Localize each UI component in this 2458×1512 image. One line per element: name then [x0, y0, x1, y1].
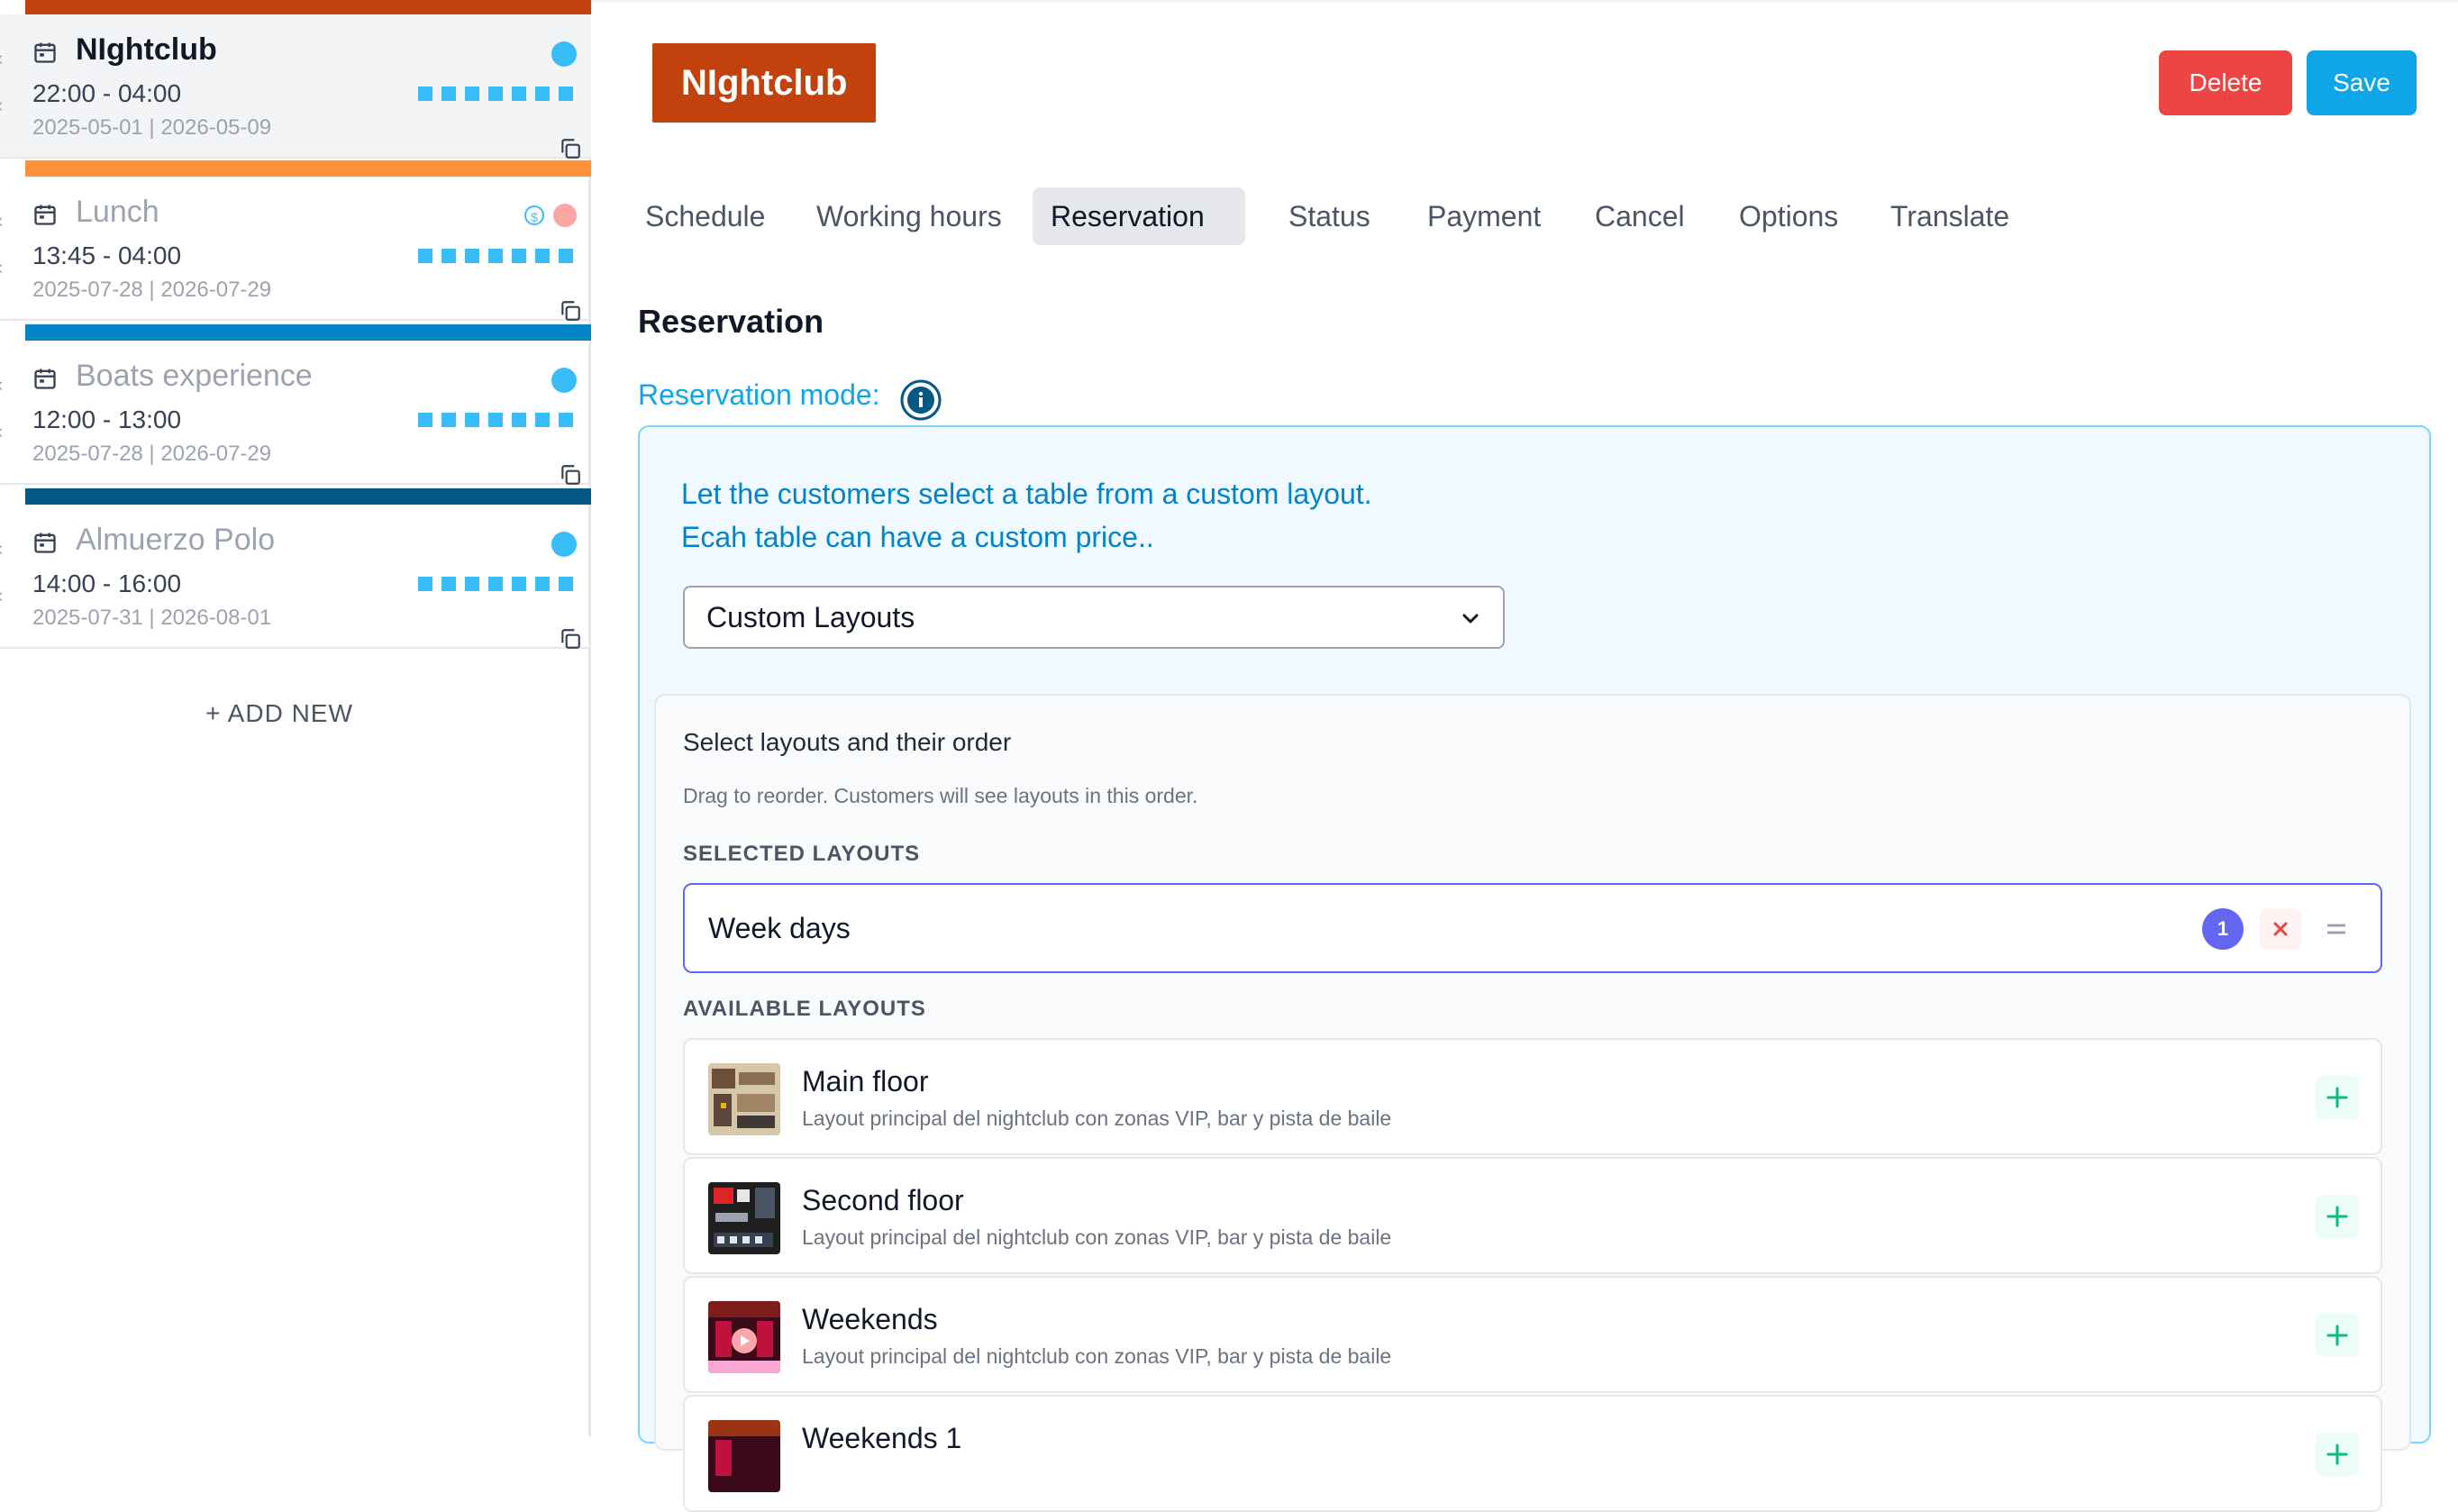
tab-translate[interactable]: Translate — [1872, 187, 2027, 245]
tab-reservation[interactable]: Reservation — [1033, 187, 1245, 245]
calendar-icon — [34, 533, 56, 553]
available-layout-row[interactable]: Weekends 1 — [683, 1395, 2382, 1512]
calendar-icon — [34, 369, 56, 389]
card-dates: 2025-07-28 | 2026-07-29 — [32, 278, 272, 302]
schedule-card-boats[interactable]: ‹ ‹ Boats experience 12:00 - 13:00 2025-… — [0, 324, 591, 487]
payment-icon: $ — [524, 205, 544, 225]
add-layout-icon[interactable] — [2316, 1314, 2359, 1357]
schedule-card-almuerzo-polo[interactable]: ‹ ‹ Almuerzo Polo 14:00 - 16:00 2025-07-… — [0, 488, 591, 651]
layout-name: Main floor — [802, 1065, 929, 1098]
available-layout-row[interactable]: Main floor Layout principal del nightclu… — [683, 1038, 2382, 1155]
reservation-mode-label: Reservation mode: — [638, 378, 880, 411]
chevron-down-icon — [1462, 614, 1479, 624]
collapse-chevron-icon[interactable]: ‹ — [0, 373, 3, 396]
save-button[interactable]: Save — [2307, 50, 2417, 115]
card-title: Almuerzo Polo — [76, 523, 276, 557]
layout-name: Second floor — [802, 1184, 964, 1216]
mode-description-line2: Ecah table can have a custom price.. — [681, 521, 1154, 553]
weekday-indicators — [418, 577, 573, 591]
layout-thumbnail — [708, 1301, 780, 1373]
card-dates: 2025-07-28 | 2026-07-29 — [32, 442, 272, 466]
copy-icon[interactable] — [559, 299, 582, 323]
layouts-hint: Drag to reorder. Customers will see layo… — [683, 784, 1198, 807]
layout-name: Weekends — [802, 1303, 938, 1335]
status-dot — [553, 204, 577, 227]
tab-cancel[interactable]: Cancel — [1577, 187, 1703, 245]
collapse-chevron-icon[interactable]: ‹ — [0, 537, 3, 560]
calendar-icon — [34, 42, 56, 63]
card-color-bar — [25, 324, 591, 341]
expand-chevron-icon[interactable]: ‹ — [0, 584, 3, 607]
reservation-mode-select[interactable]: Custom Layouts — [683, 586, 1505, 649]
schedule-sidebar: ‹ ‹ NIghtclub 22:00 - 04:00 2025-05-01 |… — [0, 0, 591, 1436]
remove-icon[interactable] — [2260, 908, 2301, 950]
weekday-indicators — [418, 249, 573, 263]
selected-layout-name: Week days — [708, 912, 851, 944]
delete-button[interactable]: Delete — [2159, 50, 2292, 115]
top-divider — [591, 0, 2458, 3]
available-layouts-label: AVAILABLE LAYOUTS — [683, 997, 926, 1021]
weekday-indicators — [418, 413, 573, 427]
card-title: Lunch — [76, 195, 159, 229]
add-layout-icon[interactable] — [2316, 1076, 2359, 1119]
card-title: Boats experience — [76, 359, 313, 393]
mode-description: Let the customers select a table from a … — [681, 472, 1372, 559]
weekday-indicators — [418, 87, 573, 101]
expand-chevron-icon[interactable]: ‹ — [0, 94, 3, 117]
selected-layouts-label: SELECTED LAYOUTS — [683, 842, 921, 866]
add-layout-icon[interactable] — [2316, 1433, 2359, 1476]
schedule-card-lunch[interactable]: ‹ ‹ Lunch 13:45 - 04:00 2025-07-28 | 202… — [0, 160, 591, 323]
copy-icon[interactable] — [559, 137, 582, 160]
layout-description: Layout principal del nightclub con zonas… — [802, 1344, 1392, 1368]
card-time: 14:00 - 16:00 — [32, 569, 182, 597]
tab-schedule[interactable]: Schedule — [627, 187, 783, 245]
card-color-bar — [25, 0, 591, 14]
tab-payment[interactable]: Payment — [1409, 187, 1559, 245]
add-layout-icon[interactable] — [2316, 1195, 2359, 1238]
available-layout-row[interactable]: Second floor Layout principal del nightc… — [683, 1157, 2382, 1274]
collapse-chevron-icon[interactable]: ‹ — [0, 209, 3, 232]
status-dot — [551, 368, 577, 393]
expand-chevron-icon[interactable]: ‹ — [0, 420, 3, 443]
layout-description: Layout principal del nightclub con zonas… — [802, 1107, 1392, 1130]
layout-name: Weekends 1 — [802, 1422, 962, 1454]
layout-thumbnail — [708, 1063, 780, 1135]
schedule-card-nightclub[interactable]: ‹ ‹ NIghtclub 22:00 - 04:00 2025-05-01 |… — [0, 0, 591, 160]
layouts-heading: Select layouts and their order — [683, 728, 1012, 756]
card-time: 12:00 - 13:00 — [32, 405, 182, 433]
order-badge: 1 — [2202, 908, 2244, 950]
status-dot — [551, 532, 577, 557]
section-title: Reservation — [638, 303, 824, 340]
card-dates: 2025-05-01 | 2026-05-09 — [32, 115, 272, 140]
tab-status[interactable]: Status — [1270, 187, 1388, 245]
card-time: 22:00 - 04:00 — [32, 79, 182, 107]
calendar-icon — [34, 205, 56, 225]
tab-working-hours[interactable]: Working hours — [798, 187, 1020, 245]
selected-layout-row[interactable]: Week days 1 — [683, 883, 2382, 973]
copy-icon[interactable] — [559, 463, 582, 487]
card-dates: 2025-07-31 | 2026-08-01 — [32, 606, 272, 630]
layout-description: Layout principal del nightclub con zonas… — [802, 1225, 1392, 1249]
status-dot — [551, 41, 577, 67]
card-color-bar — [25, 160, 591, 177]
available-layout-row[interactable]: Weekends Layout principal del nightclub … — [683, 1276, 2382, 1393]
card-color-bar — [25, 488, 591, 505]
page-title: NIghtclub — [652, 43, 877, 123]
expand-chevron-icon[interactable]: ‹ — [0, 256, 3, 279]
card-title: NIghtclub — [76, 32, 217, 67]
drag-handle-icon[interactable] — [2316, 908, 2357, 950]
tab-options[interactable]: Options — [1721, 187, 1856, 245]
collapse-chevron-icon[interactable]: ‹ — [0, 47, 3, 70]
copy-icon[interactable] — [559, 627, 582, 651]
select-value: Custom Layouts — [706, 601, 915, 633]
card-time: 13:45 - 04:00 — [32, 241, 182, 269]
add-new-button[interactable]: + ADD NEW — [0, 699, 559, 728]
layout-thumbnail — [708, 1182, 780, 1254]
mode-description-line1: Let the customers select a table from a … — [681, 478, 1372, 510]
info-icon[interactable] — [899, 378, 942, 422]
layout-thumbnail — [708, 1420, 780, 1492]
